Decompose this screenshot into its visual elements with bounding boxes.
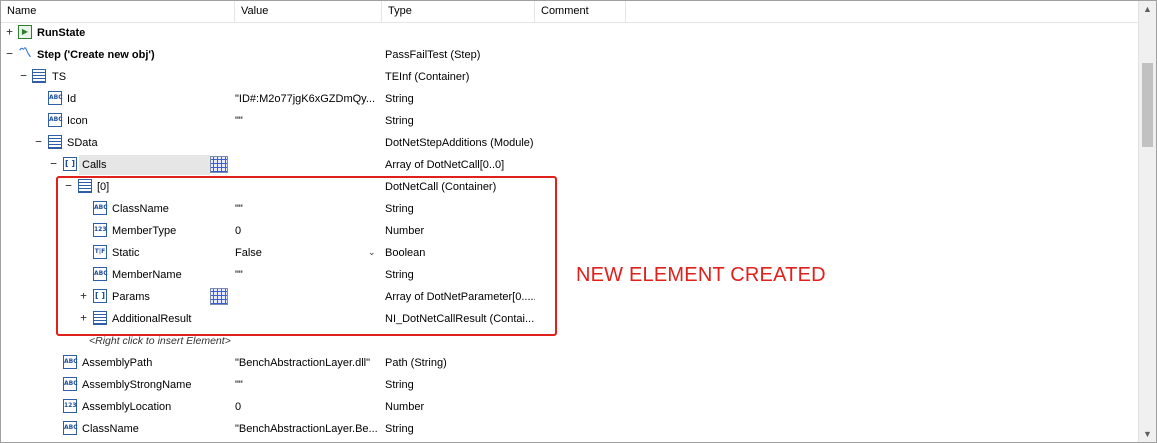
row-type: String — [385, 115, 414, 127]
tree-row[interactable]: −[ ] Calls Array of DotNetCall[0..0] — [1, 154, 1140, 176]
row-name[interactable]: Id — [67, 88, 76, 110]
scroll-down-arrow-icon[interactable]: ▼ — [1143, 429, 1152, 439]
row-value[interactable]: "ID#:M2o77jgK6xGZDmQy... — [235, 88, 383, 110]
tree-row[interactable]: 123 AssemblyLocation 0 Number — [1, 396, 1140, 418]
row-type: String — [385, 423, 414, 435]
array-icon: [ ] — [63, 157, 77, 171]
row-value[interactable] — [235, 22, 383, 44]
scroll-thumb[interactable] — [1142, 63, 1153, 147]
row-type: Path (String) — [385, 357, 447, 369]
collapse-icon[interactable]: − — [19, 70, 28, 81]
container-icon — [48, 135, 62, 149]
row-type: Number — [385, 401, 425, 413]
collapse-icon[interactable]: − — [34, 136, 43, 147]
row-value[interactable]: "" — [235, 374, 383, 396]
column-header: Name Value Type Comment — [1, 1, 1140, 23]
tree-row[interactable]: − TS TEInf (Container) — [1, 66, 1140, 88]
string-icon: ABC — [48, 113, 63, 127]
row-name[interactable]: RunState — [37, 22, 85, 44]
row-name[interactable]: AssemblyLocation — [82, 396, 171, 418]
row-name[interactable]: SData — [67, 132, 98, 154]
row-value[interactable] — [235, 44, 383, 66]
string-icon: ABC — [63, 421, 78, 435]
string-icon: ABC — [63, 377, 78, 391]
tree-row[interactable]: − SData DotNetStepAdditions (Module) — [1, 132, 1140, 154]
row-name[interactable]: Step ('Create new obj') — [37, 44, 155, 66]
tree-row[interactable]: ABC AssemblyPath "BenchAbstractionLayer.dl… — [1, 352, 1140, 374]
row-type: PassFailTest (Step) — [385, 49, 481, 61]
string-icon: ABC — [48, 91, 63, 105]
row-name[interactable]: Icon — [67, 110, 88, 132]
tree-row[interactable]: ABC AssemblyStrongName "" String — [1, 374, 1140, 396]
tree-row[interactable]: ABC Icon "" String — [1, 110, 1140, 132]
row-value[interactable] — [235, 154, 383, 176]
new-element-annotation: NEW ELEMENT CREATED — [576, 264, 826, 286]
row-value[interactable] — [235, 132, 383, 154]
collapse-icon[interactable]: − — [5, 48, 14, 59]
tree-row[interactable]: + ▶ RunState — [1, 22, 1140, 44]
number-icon: 123 — [63, 399, 77, 413]
row-value[interactable]: "" — [235, 110, 383, 132]
row-name[interactable]: TS — [52, 66, 66, 88]
new-element-highlight-box — [56, 176, 557, 336]
runstate-icon: ▶ — [18, 25, 32, 39]
row-value[interactable]: 0 — [235, 396, 383, 418]
row-type: Array of DotNetCall[0..0] — [385, 159, 505, 171]
row-name[interactable]: Calls — [82, 154, 106, 176]
row-name[interactable]: AssemblyPath — [82, 352, 152, 374]
row-type: String — [385, 379, 414, 391]
row-value[interactable]: "BenchAbstractionLayer.dll" — [235, 352, 383, 374]
row-type: TEInf (Container) — [385, 71, 470, 83]
tree-row[interactable]: − 〽 Step ('Create new obj') PassFailTest (S… — [1, 44, 1140, 66]
row-type — [385, 22, 535, 44]
expand-icon[interactable]: + — [5, 26, 14, 37]
step-icon: 〽 — [18, 46, 32, 61]
container-icon — [32, 69, 46, 83]
row-type: DotNetStepAdditions (Module) — [385, 137, 534, 149]
row-name[interactable]: ClassName — [82, 418, 139, 440]
column-value[interactable]: Value — [235, 1, 382, 22]
column-comment[interactable]: Comment — [535, 1, 626, 22]
row-value[interactable] — [235, 66, 383, 88]
string-icon: ABC — [63, 355, 78, 369]
variables-tree-view: Name Value Type Comment + ▶ RunState − 〽 Step… — [0, 0, 1157, 443]
vertical-scrollbar[interactable]: ▲ ▼ — [1138, 1, 1156, 442]
row-type: String — [385, 93, 414, 105]
column-type[interactable]: Type — [382, 1, 535, 22]
tree-row[interactable]: ABC Id "ID#:M2o77jgK6xGZDmQy... String — [1, 88, 1140, 110]
collapse-icon[interactable]: − — [49, 158, 58, 169]
column-name[interactable]: Name — [1, 1, 235, 22]
row-name[interactable]: AssemblyStrongName — [82, 374, 191, 396]
row-value[interactable]: "BenchAbstractionLayer.Be... — [235, 418, 383, 440]
scroll-up-arrow-icon[interactable]: ▲ — [1143, 4, 1152, 14]
tree-row[interactable]: ABC ClassName "BenchAbstractionLayer.Be...… — [1, 418, 1140, 440]
array-edit-grid-icon[interactable] — [210, 156, 228, 173]
